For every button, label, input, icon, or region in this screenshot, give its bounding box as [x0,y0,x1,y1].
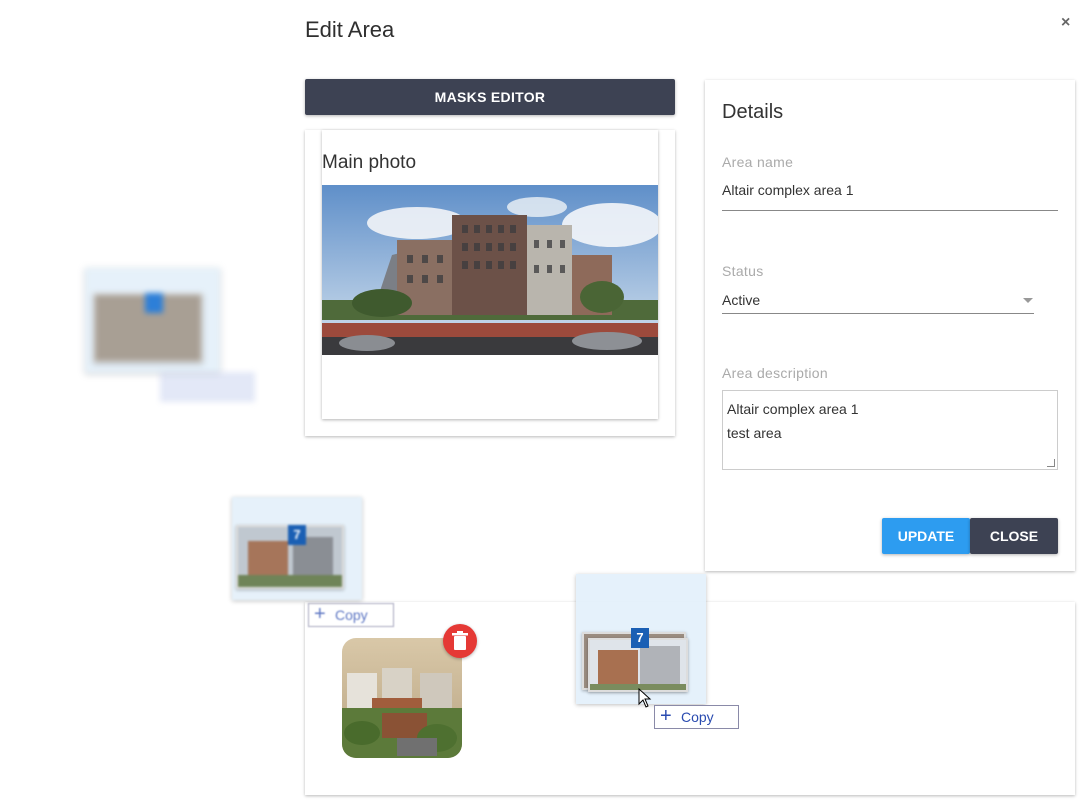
resize-handle[interactable] [1047,459,1055,467]
drag-ghost-badge: 7 [288,525,306,545]
status-label: Status [722,263,764,279]
plus-icon: + [660,705,672,727]
page-title: Edit Area [305,17,395,42]
drag-ghost-blurred [85,268,220,373]
trash-icon[interactable] [443,624,477,658]
drag-ghost-secondary: 7 [232,497,362,600]
drag-ghost-blurred-tag [160,372,255,402]
description-textarea[interactable]: Altair complex area 1 test area [722,390,1058,470]
update-button[interactable]: UPDATE [882,518,970,554]
masks-editor-button[interactable]: MASKS EDITOR [305,79,675,115]
copy-label: Copy [681,709,714,725]
main-photo-image[interactable] [322,185,658,355]
status-underline [722,313,1034,314]
drag-ghost-badge [145,293,163,313]
description-label: Area description [722,365,828,381]
close-button[interactable]: CLOSE [970,518,1058,554]
drag-ghost-badge: 7 [631,628,649,648]
description-line-2: test area [727,425,782,441]
copy-label: Copy [335,607,368,623]
description-line-1: Altair complex area 1 [727,401,859,417]
status-select[interactable]: Active [722,292,760,308]
area-name-label: Area name [722,154,794,170]
area-name-field[interactable]: Altair complex area 1 [722,182,854,198]
plus-icon: + [314,603,326,625]
close-icon[interactable]: × [1061,14,1077,34]
area-name-underline [722,210,1058,211]
details-card: Details Area name Altair complex area 1 … [705,80,1075,571]
copy-tag: + Copy [654,705,739,729]
chevron-down-icon[interactable] [1023,298,1033,303]
main-photo-title: Main photo [322,152,417,173]
details-title: Details [722,101,784,123]
main-photo-card: Main photo [305,130,675,436]
cursor-icon [638,687,652,708]
drag-ghost-active: 7 [576,574,706,704]
copy-tag-secondary: + Copy [308,603,394,627]
